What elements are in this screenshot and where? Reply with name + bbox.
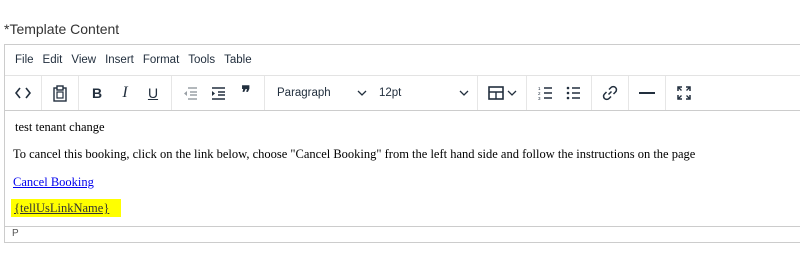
toolbar: B I U ❞ Paragraph 12pt 123 xyxy=(5,75,800,111)
horizontal-rule-button[interactable] xyxy=(633,79,661,107)
table-icon xyxy=(487,86,504,100)
menubar: File Edit View Insert Format Tools Table xyxy=(5,45,800,75)
toolbar-separator xyxy=(264,76,265,110)
placeholder-paragraph: {tellUsLinkName} xyxy=(11,199,122,217)
menu-tools[interactable]: Tools xyxy=(184,51,219,69)
chevron-down-icon xyxy=(357,90,367,96)
menu-insert[interactable]: Insert xyxy=(101,51,138,69)
indent-icon xyxy=(211,86,225,100)
blockquote-button[interactable]: ❞ xyxy=(232,79,260,107)
block-format-select[interactable]: Paragraph xyxy=(269,79,371,107)
rich-text-editor: File Edit View Insert Format Tools Table… xyxy=(4,44,800,243)
cancel-booking-link[interactable]: Cancel Booking xyxy=(13,175,94,189)
indent-button[interactable] xyxy=(204,79,232,107)
block-format-value: Paragraph xyxy=(277,87,331,99)
toolbar-separator xyxy=(41,76,42,110)
field-label: *Template Content xyxy=(4,21,120,37)
numbered-list-icon: 123 xyxy=(538,86,552,100)
fullscreen-icon xyxy=(677,86,691,100)
toolbar-separator xyxy=(591,76,592,110)
underline-button[interactable]: U xyxy=(139,79,167,107)
menu-edit[interactable]: Edit xyxy=(39,51,67,69)
menu-format[interactable]: Format xyxy=(139,51,183,69)
horizontal-rule-icon xyxy=(639,92,655,94)
insert-link-button[interactable] xyxy=(596,79,624,107)
font-size-value: 12pt xyxy=(379,87,402,99)
outdent-icon xyxy=(183,86,197,100)
bold-button[interactable]: B xyxy=(83,79,111,107)
font-size-select[interactable]: 12pt xyxy=(371,79,473,107)
toolbar-separator xyxy=(78,76,79,110)
content-line-2: To cancel this booking, click on the lin… xyxy=(13,147,696,161)
statusbar: P xyxy=(5,226,800,242)
chevron-down-icon xyxy=(507,90,516,96)
numbered-list-button[interactable]: 123 xyxy=(531,79,559,107)
toolbar-separator xyxy=(665,76,666,110)
cancel-booking-paragraph: Cancel Booking xyxy=(13,175,94,190)
paste-button[interactable] xyxy=(46,79,74,107)
outdent-button[interactable] xyxy=(176,79,204,107)
content-line-1: test tenant change xyxy=(15,120,105,134)
editor-content[interactable]: test tenant change To cancel this bookin… xyxy=(5,111,800,229)
italic-button[interactable]: I xyxy=(111,79,139,107)
toolbar-separator xyxy=(477,76,478,110)
menu-file[interactable]: File xyxy=(11,51,38,69)
tell-us-link-placeholder[interactable]: {tellUsLinkName} xyxy=(11,199,122,217)
chevron-down-icon xyxy=(459,90,469,96)
link-icon xyxy=(602,85,618,101)
code-icon xyxy=(15,87,31,99)
toolbar-separator xyxy=(171,76,172,110)
table-button[interactable] xyxy=(482,79,522,107)
element-path[interactable]: P xyxy=(12,228,19,239)
bullet-list-icon xyxy=(566,86,580,100)
source-code-button[interactable] xyxy=(9,79,37,107)
fullscreen-button[interactable] xyxy=(670,79,698,107)
toolbar-separator xyxy=(628,76,629,110)
bullet-list-button[interactable] xyxy=(559,79,587,107)
toolbar-separator xyxy=(526,76,527,110)
menu-table[interactable]: Table xyxy=(220,51,256,69)
svg-text:3: 3 xyxy=(538,96,541,100)
menu-view[interactable]: View xyxy=(67,51,100,69)
clipboard-icon xyxy=(53,84,67,102)
